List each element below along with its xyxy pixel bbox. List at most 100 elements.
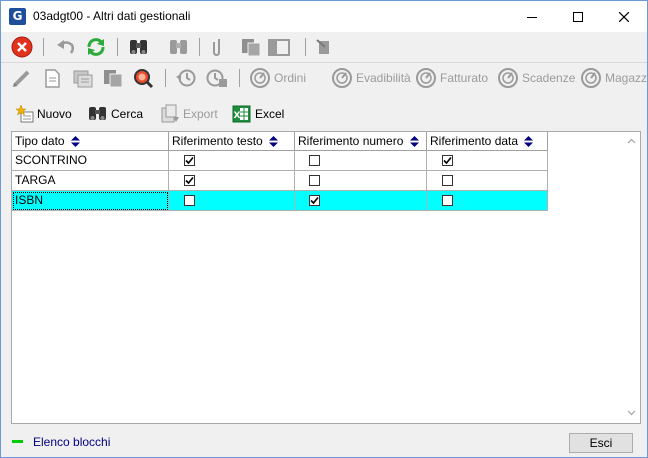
fatturato-label: Fatturato bbox=[440, 71, 489, 85]
paperclip-icon bbox=[213, 39, 220, 57]
checkbox-data[interactable] bbox=[442, 175, 453, 186]
checkbox-testo[interactable] bbox=[184, 195, 195, 206]
magnifier-icon bbox=[134, 69, 154, 89]
fatturato-button[interactable]: Fatturato bbox=[415, 67, 488, 89]
checkbox-numero[interactable] bbox=[309, 175, 320, 186]
esci-button[interactable]: Esci bbox=[569, 433, 633, 453]
minimize-button[interactable] bbox=[509, 1, 555, 32]
checkmark-icon bbox=[310, 196, 319, 205]
cell-testo[interactable] bbox=[169, 151, 295, 171]
svg-text:X: X bbox=[234, 111, 241, 121]
scadenze-label: Scadenze bbox=[522, 71, 576, 85]
status-text: Elenco blocchi bbox=[33, 435, 111, 449]
column-header-riferimento-data[interactable]: Riferimento data bbox=[427, 132, 548, 151]
cell-numero[interactable] bbox=[295, 191, 427, 211]
data-grid[interactable]: Tipo dato Riferimento testo Riferimento … bbox=[11, 131, 641, 424]
cell-testo[interactable] bbox=[169, 171, 295, 191]
copy-button[interactable] bbox=[239, 36, 263, 58]
cell-data[interactable] bbox=[427, 191, 548, 211]
nuovo-button[interactable]: Nuovo bbox=[15, 104, 72, 124]
find-next-button[interactable] bbox=[167, 36, 191, 58]
maximize-icon bbox=[573, 11, 583, 22]
checkbox-data[interactable] bbox=[442, 195, 453, 206]
refresh-button[interactable] bbox=[85, 36, 107, 58]
exit-button[interactable] bbox=[11, 36, 33, 58]
excel-button[interactable]: X Excel bbox=[231, 104, 284, 124]
cerca-label: Cerca bbox=[111, 107, 144, 121]
find-button[interactable] bbox=[127, 36, 151, 58]
action-bar: Nuovo Cerca Export X Excel bbox=[1, 100, 647, 128]
pencil-icon bbox=[13, 70, 30, 87]
refresh-icon bbox=[87, 38, 105, 56]
vertical-scrollbar[interactable] bbox=[623, 132, 640, 423]
history-list-button[interactable] bbox=[205, 67, 229, 89]
binoculars-icon bbox=[130, 40, 147, 54]
status-indicator bbox=[12, 440, 23, 443]
window-layout-icon bbox=[268, 39, 290, 56]
column-header-tipo-dato[interactable]: Tipo dato bbox=[12, 132, 169, 151]
checkmark-icon bbox=[185, 176, 194, 185]
cell-testo[interactable] bbox=[169, 191, 295, 211]
evadibilita-button[interactable]: Evadibilità bbox=[331, 67, 411, 89]
title-bar: G 03adgt00 - Altri dati gestionali bbox=[1, 1, 647, 32]
undo-button[interactable] bbox=[55, 36, 77, 58]
checkbox-testo[interactable] bbox=[184, 155, 195, 166]
new-document-button[interactable] bbox=[41, 67, 63, 89]
cell-numero[interactable] bbox=[295, 171, 427, 191]
column-header-riferimento-numero[interactable]: Riferimento numero bbox=[295, 132, 427, 151]
checkbox-testo[interactable] bbox=[184, 175, 195, 186]
checkmark-icon bbox=[185, 156, 194, 165]
cerca-button[interactable]: Cerca bbox=[87, 104, 143, 124]
evadibilita-label: Evadibilità bbox=[356, 71, 411, 85]
magazzino-label: Magazzino bbox=[605, 71, 647, 85]
close-window-button[interactable] bbox=[601, 1, 647, 32]
scroll-down-icon[interactable] bbox=[627, 408, 636, 417]
column-header-riferimento-testo[interactable]: Riferimento testo bbox=[169, 132, 295, 151]
layout-button[interactable] bbox=[267, 36, 291, 58]
export-icon bbox=[161, 104, 179, 123]
copy-pages-icon bbox=[242, 39, 261, 57]
sort-arrows-icon bbox=[524, 136, 534, 148]
duplicate-button[interactable] bbox=[101, 67, 125, 89]
new-star-icon bbox=[15, 104, 34, 123]
scadenze-button[interactable]: Scadenze bbox=[497, 67, 575, 89]
clock-doc-icon bbox=[206, 69, 227, 87]
cell-data[interactable] bbox=[427, 171, 548, 191]
export-label: Export bbox=[183, 107, 218, 121]
ordini-button[interactable]: Ordini bbox=[249, 67, 306, 89]
cell-data[interactable] bbox=[427, 151, 548, 171]
edit-button[interactable] bbox=[11, 67, 33, 89]
export-button[interactable]: Export bbox=[159, 104, 218, 124]
excel-label: Excel bbox=[255, 107, 285, 121]
checkmark-icon bbox=[443, 156, 452, 165]
window: G 03adgt00 - Altri dati gestionali Ordin… bbox=[0, 0, 648, 458]
maximize-button[interactable] bbox=[555, 1, 601, 32]
list-button[interactable] bbox=[71, 67, 95, 89]
cell-tipo-dato[interactable]: ISBN bbox=[12, 191, 169, 211]
minimize-icon bbox=[527, 16, 537, 18]
main-toolbar bbox=[1, 32, 647, 62]
notes-button[interactable] bbox=[315, 36, 333, 58]
list-pages-icon bbox=[73, 70, 93, 88]
search-detail-button[interactable] bbox=[131, 67, 155, 89]
history-button[interactable] bbox=[175, 67, 197, 89]
column-header-label: Riferimento numero bbox=[298, 134, 404, 148]
table-row[interactable]: SCONTRINO bbox=[12, 151, 548, 171]
magazzino-button[interactable]: Magazzino bbox=[580, 67, 647, 89]
cell-tipo-dato[interactable]: TARGA bbox=[12, 171, 169, 191]
attachment-button[interactable] bbox=[209, 36, 227, 58]
checkbox-data[interactable] bbox=[442, 155, 453, 166]
scroll-up-icon[interactable] bbox=[627, 137, 636, 146]
table-row[interactable]: ISBN bbox=[12, 191, 548, 211]
gauge-icon bbox=[498, 68, 518, 88]
checkbox-numero[interactable] bbox=[309, 195, 320, 206]
clock-back-icon bbox=[176, 69, 196, 87]
checkbox-numero[interactable] bbox=[309, 155, 320, 166]
cell-numero[interactable] bbox=[295, 151, 427, 171]
window-title: 03adgt00 - Altri dati gestionali bbox=[33, 9, 191, 23]
cell-tipo-dato[interactable]: SCONTRINO bbox=[12, 151, 169, 171]
table-row[interactable]: TARGA bbox=[12, 171, 548, 191]
app-logo-icon: G bbox=[9, 8, 26, 25]
exit-red-icon bbox=[11, 36, 33, 58]
duplicate-icon bbox=[104, 70, 123, 88]
